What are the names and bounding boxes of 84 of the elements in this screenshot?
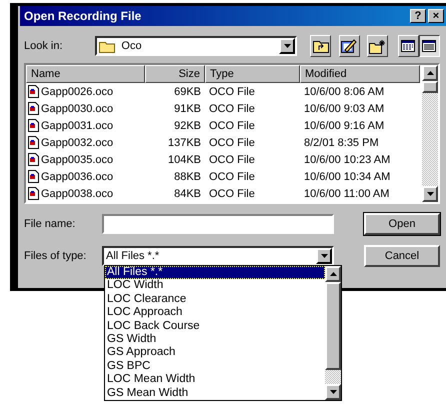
file-type-option[interactable]: LOC Clearance [105, 292, 325, 306]
scroll-down-button[interactable] [422, 186, 438, 202]
scroll-thumb[interactable] [422, 81, 438, 93]
column-header[interactable]: Modified [300, 65, 420, 83]
list-view-icon [401, 40, 416, 52]
desktop-button[interactable] [338, 35, 360, 57]
table-cell-text: 84KB [173, 188, 202, 200]
file-type-option[interactable]: LOC Approach [105, 306, 325, 320]
scroll-up-button[interactable] [325, 266, 341, 282]
table-cell-text: 91KB [173, 102, 202, 114]
scroll-down-button[interactable] [325, 384, 341, 400]
scroll-thumb[interactable] [325, 282, 341, 370]
file-name-label: File name: [24, 218, 76, 230]
file-name-cell[interactable]: Gapp0031.oco [26, 119, 145, 132]
file-name-field[interactable] [102, 214, 334, 234]
down-arrow-icon [426, 192, 434, 196]
look-in-dropdown[interactable]: Oco [95, 36, 298, 56]
scrollbar[interactable] [422, 65, 438, 202]
cancel-button[interactable]: Cancel [364, 245, 440, 267]
look-in-label: Look in: [24, 40, 64, 52]
down-arrow-icon [330, 390, 336, 394]
table-cell-text: OCO File [208, 120, 256, 132]
table-cell-text: OCO File [208, 86, 256, 98]
column-header[interactable]: Size [145, 65, 205, 83]
table-cell-text: OCO File [208, 136, 256, 148]
file-type-option[interactable]: LOC Mean Width [105, 373, 325, 387]
new-folder-button[interactable] [367, 35, 388, 57]
file-icon [28, 153, 39, 166]
new-folder-icon [369, 38, 386, 54]
details-view-button[interactable] [418, 35, 440, 57]
table-cell-text: 10/6/00 8:06 AM [303, 86, 386, 98]
folder-icon [99, 40, 118, 52]
up-arrow-icon [426, 71, 434, 75]
column-header[interactable]: Type [205, 65, 300, 83]
up-folder-icon [312, 40, 329, 52]
table-cell-text: OCO File [208, 170, 256, 182]
table-cell-text: 92KB [173, 120, 202, 132]
table-cell-text: 104KB [166, 154, 202, 166]
file-type-dropdown[interactable]: All Files *.* [102, 246, 334, 266]
file-name-cell[interactable]: Gapp0038.oco [26, 187, 145, 200]
pencil-icon [341, 38, 358, 54]
table-cell-text: 8/2/01 8:35 PM [303, 136, 380, 148]
file-icon [28, 119, 39, 132]
file-type-option[interactable]: All Files *.* [105, 266, 325, 280]
table-cell-text: 88KB [173, 170, 202, 182]
file-type-option[interactable]: GS Mean Width [105, 386, 325, 400]
file-type-option[interactable]: GS Width [105, 332, 325, 346]
file-name-cell[interactable]: Gapp0032.oco [26, 136, 145, 149]
table-cell-text: OCO File [208, 188, 256, 200]
help-button[interactable]: ? [410, 9, 426, 23]
file-type-option[interactable]: LOC Width [105, 279, 325, 293]
table-cell-text: 137KB [166, 136, 202, 148]
file-icon [28, 102, 39, 115]
file-name-cell[interactable]: Gapp0026.oco [26, 85, 145, 98]
scrollbar[interactable] [325, 266, 341, 400]
up-arrow-icon [330, 272, 336, 276]
table-cell-text: OCO File [208, 102, 256, 114]
table-cell-text: 10/6/00 9:03 AM [303, 102, 386, 114]
window-title: Open Recording File [24, 9, 142, 23]
file-type-option[interactable]: GS Approach [105, 346, 325, 360]
table-cell-text: OCO File [208, 154, 256, 166]
file-icon [28, 187, 39, 200]
file-type-option[interactable]: LOC Back Course [105, 320, 325, 333]
file-name-cell[interactable]: Gapp0035.oco [26, 153, 145, 166]
table-cell-text: 10/6/00 11:00 AM [303, 188, 390, 200]
table-cell-text: 10/6/00 9:16 AM [303, 120, 386, 132]
table-cell-text: 10/6/00 10:34 AM [303, 170, 392, 182]
close-button[interactable]: × [428, 9, 444, 23]
file-icon [28, 85, 39, 98]
open-button[interactable]: Open [364, 213, 440, 235]
caret-icon [279, 38, 296, 54]
file-name-cell[interactable]: Gapp0036.oco [26, 170, 145, 183]
list-view-button[interactable] [398, 35, 419, 57]
column-header[interactable]: Name [26, 65, 145, 83]
file-icon [28, 170, 39, 183]
up-folder-button[interactable] [310, 35, 332, 57]
file-type-label: Files of type: [24, 250, 88, 262]
scroll-up-button[interactable] [422, 65, 438, 81]
details-view-icon [422, 40, 436, 52]
file-name-cell[interactable]: Gapp0030.oco [26, 102, 145, 115]
table-cell-text: 69KB [173, 86, 202, 98]
file-icon [28, 136, 39, 149]
table-cell-text: 10/6/00 10:23 AM [303, 154, 392, 166]
file-type-option[interactable]: GS BPC [105, 360, 325, 374]
